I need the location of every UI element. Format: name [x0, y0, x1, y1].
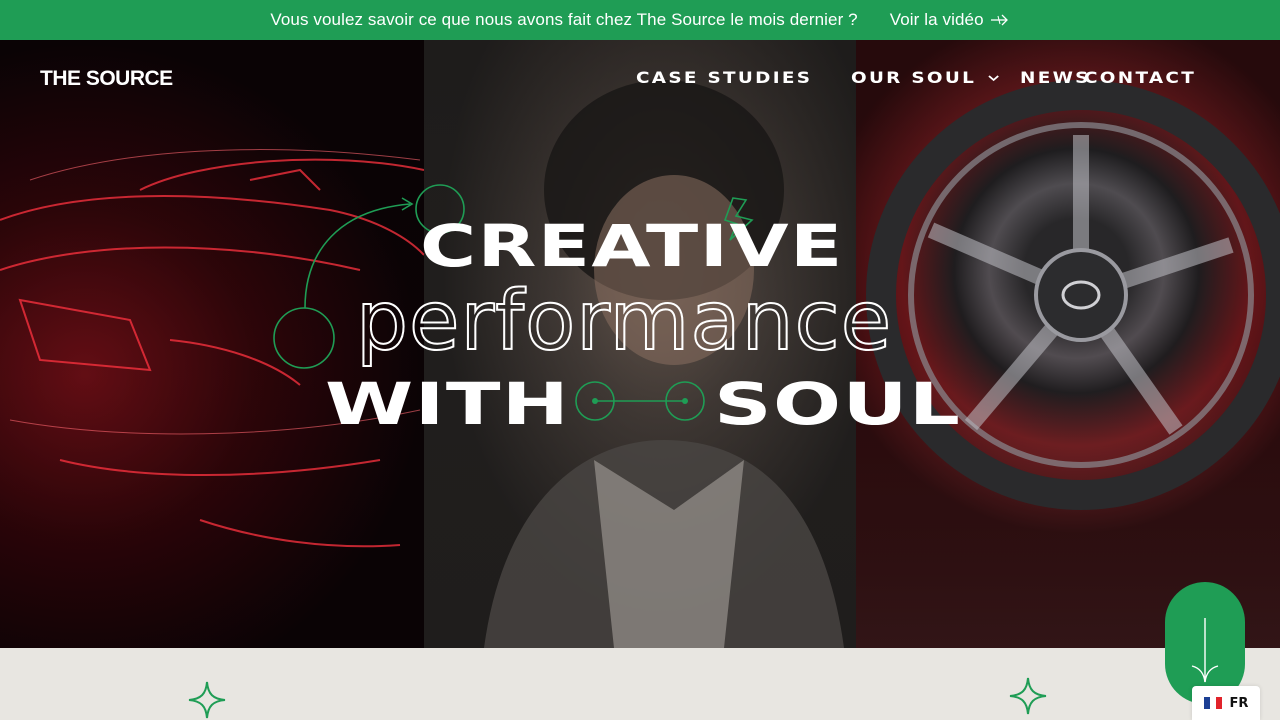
nav-our-soul-label: OUR SOUL [851, 68, 977, 87]
sparkle-icon [188, 681, 226, 719]
hero-image-portrait [424, 40, 856, 648]
nav-contact-label: CONTACT [1083, 68, 1196, 87]
nav-case-studies-label: CASE STUDIES [636, 68, 813, 87]
nav-news[interactable]: NEWS [1020, 68, 1091, 87]
nav-contact[interactable]: CONTACT [1084, 68, 1196, 87]
hero-image-car-rear [0, 40, 424, 648]
watch-video-label: Voir la vidéo [889, 10, 984, 29]
watch-video-link[interactable]: Voir la vidéo [890, 10, 1010, 30]
arrow-right-icon [990, 14, 1008, 26]
site-logo[interactable]: THE SOURCE [40, 67, 173, 91]
announcement-text: Vous voulez savoir ce que nous avons fai… [270, 10, 858, 29]
arrow-down-icon [1191, 618, 1219, 683]
nav-news-label: NEWS [1020, 68, 1091, 87]
neon-car-outline [0, 149, 424, 548]
language-switcher[interactable]: FR [1192, 686, 1260, 720]
portrait-shapes [484, 80, 844, 648]
nav-our-soul[interactable]: OUR SOUL [851, 68, 999, 87]
hero-section [0, 40, 1280, 648]
wheel-shapes [866, 80, 1280, 510]
intro-section [0, 648, 1280, 720]
hero-image-wheel [856, 40, 1280, 648]
announcement-bar: Vous voulez savoir ce que nous avons fai… [0, 0, 1280, 40]
france-flag-icon [1203, 697, 1222, 709]
nav-case-studies[interactable]: CASE STUDIES [636, 68, 812, 87]
chevron-down-icon [988, 74, 999, 81]
language-code: FR [1229, 695, 1249, 711]
main-nav: CASE STUDIES OUR SOUL NEWS CONTACT [636, 68, 1193, 87]
sparkle-icon [1009, 677, 1047, 715]
